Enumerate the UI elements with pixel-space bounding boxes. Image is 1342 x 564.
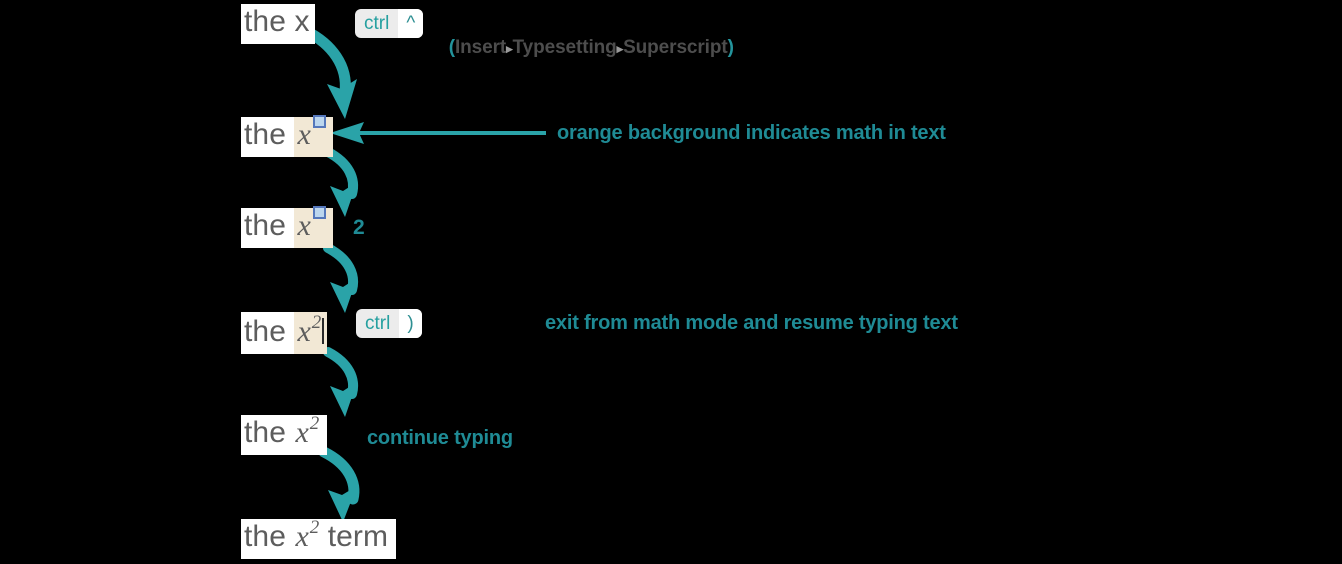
step-4-prefix: the	[244, 315, 295, 348]
step-5-math-variable: x	[295, 416, 309, 449]
keycap-ctrl-caret[interactable]: ctrl ^	[355, 9, 424, 38]
menu-item-insert[interactable]: Insert	[455, 37, 506, 58]
keycap-modifier-label: ctrl	[365, 312, 391, 334]
step-5-superscript: 2	[309, 413, 320, 434]
tutorial-diagram: the x ctrl ^ (Insert▸Typesetting▸Supersc…	[0, 0, 1342, 564]
annotation-continue-typing: continue typing	[367, 427, 513, 449]
text-cursor	[322, 318, 325, 344]
menu-path-close-paren: )	[727, 37, 734, 58]
step-1-text-block: the x	[241, 4, 315, 44]
keycap-modifier-label: ctrl	[364, 12, 390, 34]
step-5-prefix: the	[244, 416, 295, 449]
menu-item-typesetting[interactable]: Typesetting	[513, 37, 617, 58]
step-6-prefix: the	[244, 520, 295, 553]
step-6-math-variable: x	[295, 520, 309, 553]
step-4-text-block: the x2	[241, 312, 328, 354]
step-5-text-block: the x2	[241, 414, 328, 455]
step-2-math-region: x	[294, 115, 333, 157]
menu-item-superscript[interactable]: Superscript	[623, 37, 728, 58]
step-4-superscript: 2	[311, 312, 322, 333]
step-2-prefix: the	[244, 118, 295, 151]
step-6-suffix: term	[319, 520, 389, 553]
step-6-superscript: 2	[309, 517, 320, 538]
step-1-prefix: the x	[244, 5, 310, 38]
step-3-text-block: the x	[241, 206, 333, 248]
keycap-key-label: )	[399, 309, 422, 338]
arrow-step4-to-step5	[323, 347, 358, 417]
arrow-layer	[300, 25, 546, 522]
arrow-step3-to-step4	[323, 243, 358, 313]
step-3-math-variable: x	[297, 209, 311, 242]
arrow-orange-background-callout	[330, 122, 546, 144]
step-3-math-region: x	[294, 206, 333, 248]
annotation-typed-two: 2	[353, 216, 365, 239]
keycap-ctrl-close-paren[interactable]: ctrl )	[356, 309, 422, 338]
step-6-text-block: the x2 term	[241, 518, 397, 559]
step-3-prefix: the	[244, 209, 295, 242]
step-5-math-region: x2	[294, 414, 320, 449]
keycap-key-label: ^	[398, 9, 424, 38]
arrow-step1-to-step2	[300, 25, 357, 119]
annotation-exit-math-mode: exit from math mode and resume typing te…	[545, 312, 958, 334]
step-4-math-variable: x	[297, 315, 311, 348]
step-6-math-region: x2	[294, 518, 320, 553]
arrow-step5-to-step6	[318, 446, 360, 522]
superscript-placeholder-icon[interactable]	[312, 115, 326, 128]
menu-path-superscript: (Insert▸Typesetting▸Superscript)	[428, 15, 734, 81]
annotation-orange-background: orange background indicates math in text	[557, 122, 946, 144]
step-4-math-region: x2	[294, 312, 328, 354]
step-2-text-block: the x	[241, 115, 333, 157]
step-2-math-variable: x	[297, 118, 311, 151]
superscript-placeholder-icon[interactable]	[312, 206, 326, 219]
